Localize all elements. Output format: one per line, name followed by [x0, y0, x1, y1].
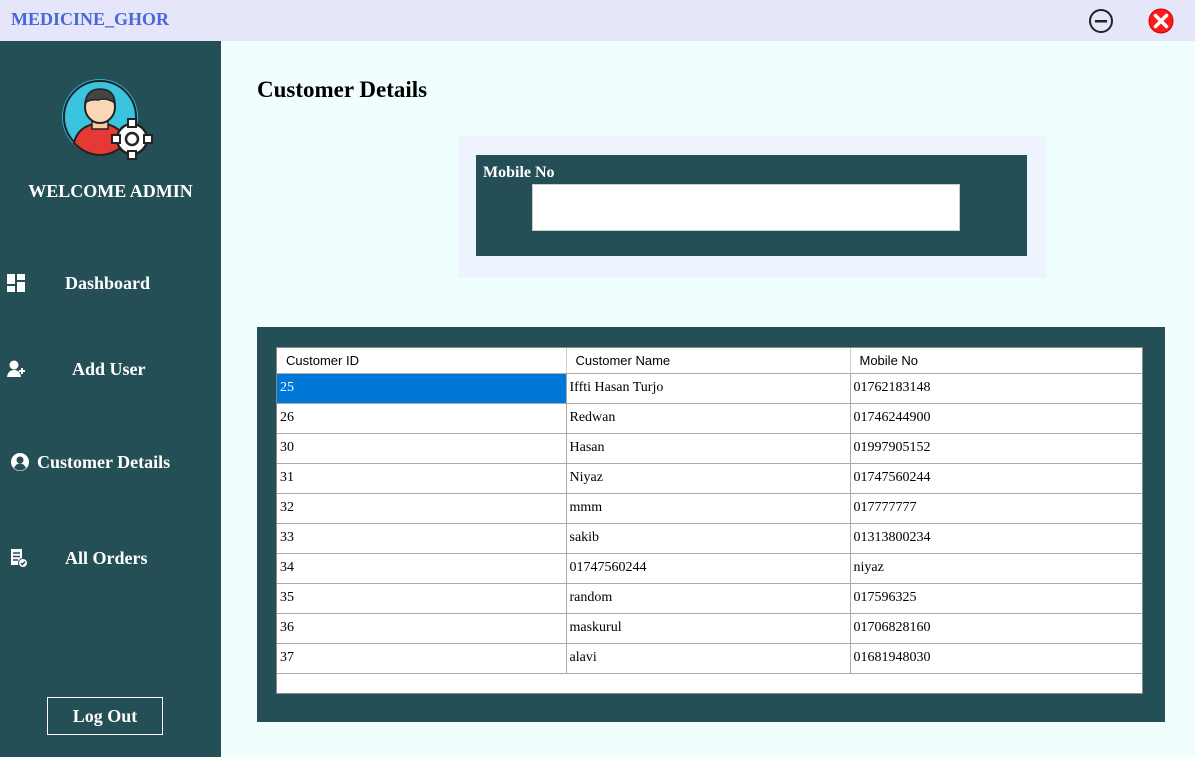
table-cell[interactable]: 01997905152 — [850, 433, 1142, 464]
table-cell[interactable]: 31 — [277, 463, 567, 494]
table-row[interactable]: 31 Niyaz 01747560244 — [277, 463, 1142, 494]
table-cell[interactable]: 30 — [277, 433, 567, 464]
table-cell[interactable]: mmm — [566, 493, 851, 524]
page-title: Customer Details — [257, 77, 428, 102]
table-cell[interactable]: 01762183148 — [850, 373, 1142, 404]
logout-button[interactable]: Log Out — [47, 697, 163, 735]
sidebar: WELCOME ADMIN Dashboard Add User Custome… — [0, 41, 221, 757]
mobile-no-input[interactable] — [532, 184, 960, 231]
table-cell[interactable]: 01681948030 — [850, 643, 1142, 674]
column-header-customer-name[interactable]: Customer Name — [566, 348, 851, 374]
add-user-icon — [7, 360, 25, 377]
table-cell[interactable]: 01706828160 — [850, 613, 1142, 644]
table-row[interactable]: 26 Redwan 01746244900 — [277, 403, 1142, 434]
x-circle-icon — [1148, 8, 1174, 34]
table-cell[interactable]: 01746244900 — [850, 403, 1142, 434]
table-row[interactable]: 25 Iffti Hasan Turjo 01762183148 — [277, 373, 1142, 404]
table-cell[interactable]: 33 — [277, 523, 567, 554]
admin-gear-avatar-icon — [62, 79, 153, 160]
sidebar-item-label: All Orders — [65, 548, 148, 568]
table-cell[interactable]: sakib — [566, 523, 851, 554]
column-header-mobile-no[interactable]: Mobile No — [850, 348, 1142, 374]
table-row[interactable]: 33 sakib 01313800234 — [277, 523, 1142, 554]
sidebar-item-add-user[interactable]: Add User — [0, 349, 221, 389]
customer-table[interactable]: Customer ID Customer Name Mobile No 25 If… — [276, 347, 1143, 694]
title-bar: MEDICINE_GHOR — [0, 0, 1195, 41]
table-cell[interactable]: Niyaz — [566, 463, 851, 494]
table-row[interactable]: 30 Hasan 01997905152 — [277, 433, 1142, 464]
dashboard-grid-icon — [7, 274, 25, 292]
table-cell[interactable]: 017777777 — [850, 493, 1142, 524]
close-button[interactable] — [1146, 6, 1176, 36]
sidebar-item-label: Add User — [72, 359, 146, 379]
table-cell[interactable]: 01747560244 — [850, 463, 1142, 494]
table-cell[interactable]: Iffti Hasan Turjo — [566, 373, 851, 404]
table-row[interactable]: 35 random 017596325 — [277, 583, 1142, 614]
sidebar-item-all-orders[interactable]: All Orders — [0, 538, 221, 578]
table-cell[interactable]: 25 — [277, 373, 567, 404]
table-row[interactable]: 37 alavi 01681948030 — [277, 643, 1142, 674]
table-cell[interactable]: 35 — [277, 583, 567, 614]
app-title: MEDICINE_GHOR — [11, 9, 170, 29]
table-row[interactable]: 34 01747560244 niyaz — [277, 553, 1142, 584]
column-header-customer-id[interactable]: Customer ID — [277, 348, 567, 374]
table-cell[interactable]: 26 — [277, 403, 567, 434]
table-cell[interactable]: maskurul — [566, 613, 851, 644]
sidebar-item-customer-details[interactable]: Customer Details — [0, 442, 221, 482]
table-cell[interactable]: Hasan — [566, 433, 851, 464]
orders-document-icon — [11, 549, 28, 568]
table-cell[interactable]: 017596325 — [850, 583, 1142, 614]
welcome-text: WELCOME ADMIN — [28, 181, 193, 201]
table-row[interactable]: 32 mmm 017777777 — [277, 493, 1142, 524]
table-cell[interactable]: 37 — [277, 643, 567, 674]
table-cell[interactable]: 32 — [277, 493, 567, 524]
table-cell[interactable]: alavi — [566, 643, 851, 674]
table-cell[interactable]: random — [566, 583, 851, 614]
table-cell[interactable]: 34 — [277, 553, 567, 584]
minimize-button[interactable] — [1086, 6, 1116, 36]
mobile-no-label: Mobile No — [483, 164, 555, 181]
sidebar-item-label: Dashboard — [65, 273, 151, 293]
table-cell[interactable]: 01313800234 — [850, 523, 1142, 554]
sidebar-item-dashboard[interactable]: Dashboard — [0, 263, 221, 303]
table-row[interactable]: 36 maskurul 01706828160 — [277, 613, 1142, 644]
table-cell[interactable]: niyaz — [850, 553, 1142, 584]
table-cell[interactable]: Redwan — [566, 403, 851, 434]
table-cell[interactable]: 01747560244 — [566, 553, 851, 584]
sidebar-item-label: Customer Details — [37, 452, 171, 472]
minus-circle-icon — [1089, 9, 1113, 33]
table-cell[interactable]: 36 — [277, 613, 567, 644]
user-circle-icon — [11, 453, 29, 471]
